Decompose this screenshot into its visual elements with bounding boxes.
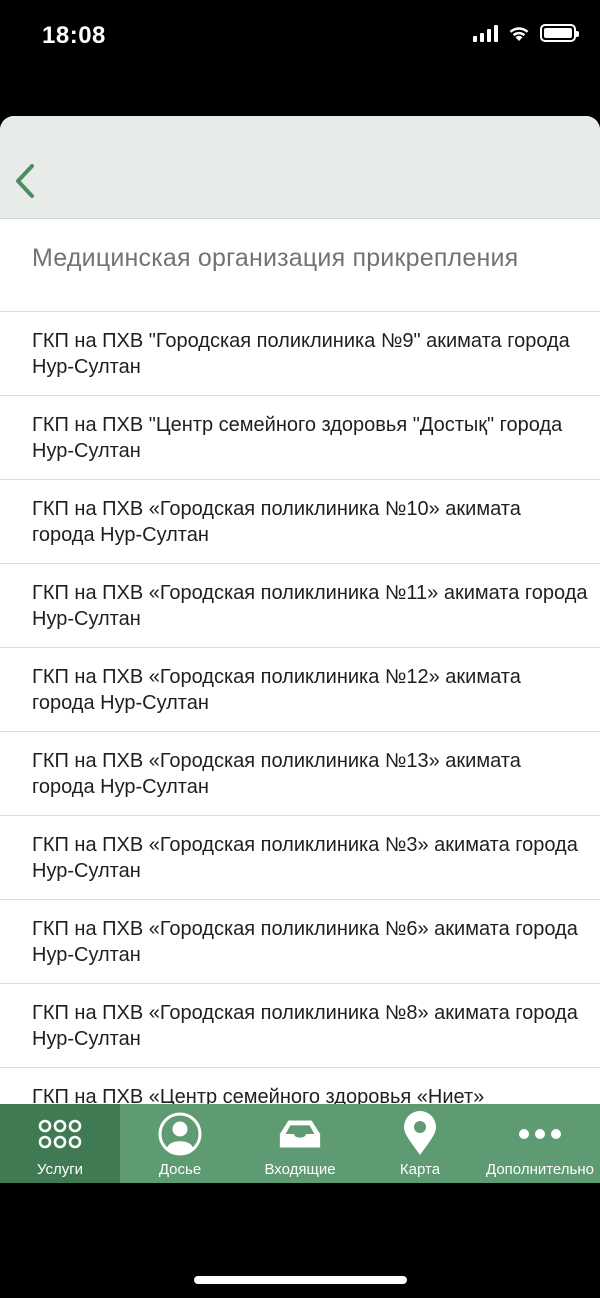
grid-dots-icon xyxy=(36,1110,84,1158)
person-icon xyxy=(156,1110,204,1158)
tab-dossier[interactable]: Досье xyxy=(120,1104,240,1183)
list-item[interactable]: ГКП на ПХВ «Городская поликлиника №3» ак… xyxy=(0,815,600,899)
tab-more[interactable]: Дополнительно xyxy=(480,1104,600,1183)
map-pin-icon xyxy=(396,1110,444,1158)
tab-label: Услуги xyxy=(36,1161,84,1178)
list-item-label: ГКП на ПХВ «Городская поликлиника №8» ак… xyxy=(32,1002,578,1050)
list-item-label: ГКП на ПХВ «Городская поликлиника №12» а… xyxy=(32,666,521,714)
list-item-label: ГКП на ПХВ "Городская поликлиника №9" ак… xyxy=(32,330,570,378)
tab-services[interactable]: Услуги xyxy=(0,1104,120,1183)
list-item-label: ГКП на ПХВ «Центр семейного здоровья «Ни… xyxy=(32,1086,485,1104)
list-item-label: ГКП на ПХВ «Городская поликлиника №11» а… xyxy=(32,582,588,630)
inbox-icon xyxy=(276,1110,324,1158)
tab-label: Досье xyxy=(158,1161,202,1178)
list-item[interactable]: ГКП на ПХВ «Городская поликлиника №12» а… xyxy=(0,647,600,731)
wifi-icon xyxy=(509,27,529,41)
list-item-label: ГКП на ПХВ «Городская поликлиника №6» ак… xyxy=(32,918,578,966)
battery-icon xyxy=(540,24,579,42)
status-time: 18:08 xyxy=(42,22,106,49)
tab-label: Карта xyxy=(399,1161,441,1178)
list-item[interactable]: ГКП на ПХВ "Центр семейного здоровья "До… xyxy=(0,395,600,479)
tab-bar: Услуги Досье Входящие Карта Дополнительн… xyxy=(0,1104,600,1183)
chevron-left-icon xyxy=(16,164,34,198)
list-item[interactable]: ГКП на ПХВ «Городская поликлиника №6» ак… xyxy=(0,899,600,983)
organization-list[interactable]: ГКП на ПХВ "Городская поликлиника №9" ак… xyxy=(0,293,600,1104)
list-item-label: ГКП на ПХВ "Центр семейного здоровья "До… xyxy=(32,414,563,462)
back-button[interactable] xyxy=(8,160,42,202)
list-item-label: ГКП на ПХВ «Городская поликлиника №3» ак… xyxy=(32,834,578,882)
list-item-label: ГКП на ПХВ «Городская поликлиника №13» а… xyxy=(32,750,521,798)
section-title: Медицинская организация прикрепления xyxy=(32,244,519,272)
list-item[interactable]: ГКП на ПХВ «Городская поликлиника №13» а… xyxy=(0,731,600,815)
list-item-label: ГКП на ПХВ «Городская поликлиника №10» а… xyxy=(32,498,521,546)
list-item[interactable]: ГКП на ПХВ «Городская поликлиника №8» ак… xyxy=(0,983,600,1067)
tab-inbox[interactable]: Входящие xyxy=(240,1104,360,1183)
status-bar: 18:08 xyxy=(0,0,600,75)
list-item[interactable]: ГКП на ПХВ «Городская поликлиника №11» а… xyxy=(0,563,600,647)
signal-icon xyxy=(473,24,498,42)
screen-sheet: Медицинская организация прикрепления ГКП… xyxy=(0,116,600,1183)
nav-bar xyxy=(0,116,600,219)
list-item[interactable]: ГКП на ПХВ "Городская поликлиника №9" ак… xyxy=(0,311,600,395)
list-item[interactable]: ГКП на ПХВ «Городская поликлиника №10» а… xyxy=(0,479,600,563)
list-item[interactable]: ГКП на ПХВ «Центр семейного здоровья «Ни… xyxy=(0,1067,600,1104)
tab-map[interactable]: Карта xyxy=(360,1104,480,1183)
status-icons xyxy=(473,24,579,42)
home-indicator[interactable] xyxy=(194,1276,407,1284)
more-icon xyxy=(516,1110,564,1158)
tab-label: Входящие xyxy=(264,1161,336,1178)
tab-label: Дополнительно xyxy=(486,1161,594,1178)
